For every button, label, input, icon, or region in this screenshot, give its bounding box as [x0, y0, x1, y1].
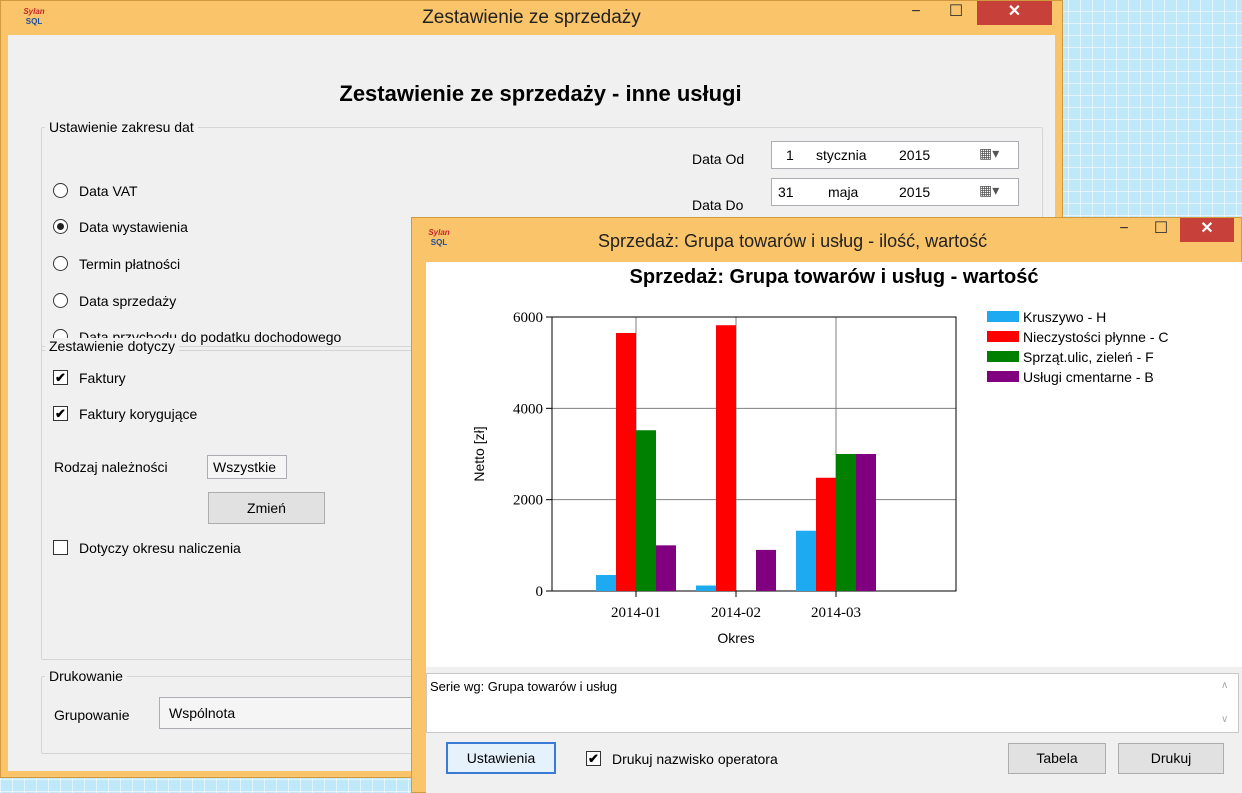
radio-label: Data sprzedaży	[79, 293, 177, 309]
grouping-select[interactable]: Wspólnota	[159, 697, 421, 729]
y-tick-label: 6000	[513, 310, 543, 326]
print-button[interactable]: Drukuj	[1118, 743, 1224, 774]
receivable-type-field: Wszystkie	[207, 455, 287, 479]
bar	[716, 325, 736, 591]
close-icon[interactable]: ✕	[1180, 218, 1234, 242]
minimize-icon[interactable]: −	[901, 1, 931, 25]
calendar-dropdown-icon[interactable]: ▦▾	[979, 145, 999, 162]
legend-label: Usługi cmentarne - B	[1023, 369, 1154, 385]
date-from-picker[interactable]: 1 stycznia 2015 ▦▾	[771, 141, 1019, 169]
date-to-year: 2015	[899, 184, 931, 200]
date-range-group-label: Ustawienie zakresu dat	[45, 119, 198, 135]
bar	[636, 430, 656, 591]
radio-label: Data wystawienia	[79, 219, 188, 235]
date-to-picker[interactable]: 31 maja 2015 ▦▾	[771, 178, 1019, 206]
date-from-year: 2015	[899, 147, 931, 163]
date-to-label: Data Do	[692, 197, 744, 213]
calendar-dropdown-icon[interactable]: ▦▾	[979, 182, 999, 199]
minimize-icon[interactable]: −	[1109, 218, 1139, 242]
legend-swatch	[987, 351, 1019, 362]
checkbox-korygujace-label: Faktury korygujące	[79, 406, 198, 422]
legend-swatch	[987, 311, 1019, 322]
legend-label: Sprząt.ulic, zieleń - F	[1023, 349, 1154, 365]
scope-group-label: Zestawienie dotyczy	[45, 338, 180, 354]
close-icon[interactable]: ✕	[977, 1, 1052, 25]
bar	[816, 477, 836, 591]
date-to-day: 31	[778, 184, 794, 200]
checkbox-faktury-label: Faktury	[79, 370, 126, 386]
y-axis-label: Netto [zł]	[471, 426, 487, 481]
scroll-up-icon[interactable]: ∧	[1221, 680, 1228, 691]
bar	[796, 530, 816, 591]
chart-window: Sylan SQL Sprzedaż: Grupa towarów i usług…	[411, 217, 1242, 793]
legend-label: Nieczystości płynne - C	[1023, 329, 1169, 345]
legend-swatch	[987, 371, 1019, 382]
bar	[596, 575, 616, 591]
date-from-label: Data Od	[692, 151, 745, 167]
y-tick-label: 4000	[513, 401, 543, 417]
checkbox-okres-label: Dotyczy okresu naliczenia	[79, 540, 241, 556]
x-tick-label: 2014-01	[611, 605, 661, 621]
radio-termin-platnosci[interactable]	[53, 256, 68, 271]
series-info-box: Serie wg: Grupa towarów i usług ∧ ∨	[426, 673, 1239, 733]
series-info-text: Serie wg: Grupa towarów i usług	[430, 679, 618, 694]
chart-titlebar[interactable]: Sylan SQL Sprzedaż: Grupa towarów i usług…	[412, 218, 1241, 252]
main-titlebar[interactable]: Sylan SQL Zestawienie ze sprzedaży − ☐ ✕	[1, 1, 1062, 35]
scroll-down-icon[interactable]: ∨	[1221, 714, 1228, 725]
grouping-label: Grupowanie	[54, 707, 130, 723]
bar	[856, 454, 876, 591]
bar	[696, 585, 716, 591]
date-from-day: 1	[786, 147, 794, 163]
checkbox-faktury-korygujace[interactable]: ✔	[53, 406, 68, 421]
maximize-icon[interactable]: ☐	[936, 1, 976, 25]
x-tick-label: 2014-02	[711, 605, 761, 621]
bar	[616, 332, 636, 591]
grouping-value: Wspólnota	[169, 705, 236, 721]
chart-client-area: Sprzedaż: Grupa towarów i usług - wartoś…	[426, 262, 1242, 793]
y-tick-label: 0	[536, 584, 544, 600]
settings-button[interactable]: Ustawienia	[446, 742, 556, 774]
checkbox-okres-naliczenia[interactable]	[53, 540, 68, 555]
receivable-type-label: Rodzaj należności	[54, 459, 168, 475]
bar	[756, 549, 776, 591]
bar	[836, 454, 856, 591]
x-axis-label: Okres	[717, 630, 754, 646]
radio-label: Data VAT	[79, 183, 138, 199]
receivable-type-value: Wszystkie	[213, 459, 276, 475]
checkbox-faktury[interactable]: ✔	[53, 370, 68, 385]
change-button[interactable]: Zmień	[208, 492, 325, 524]
date-to-month: maja	[828, 184, 859, 200]
radio-data-sprzedazy[interactable]	[53, 293, 68, 308]
chart-window-title: Sprzedaż: Grupa towarów i usług - ilość,…	[598, 231, 988, 251]
legend-swatch	[987, 331, 1019, 342]
bar	[656, 545, 676, 591]
x-tick-label: 2014-03	[811, 605, 861, 621]
app-logo-icon: Sylan SQL	[428, 228, 450, 247]
radio-label: Termin płatności	[79, 256, 181, 272]
legend-label: Kruszywo - H	[1023, 309, 1106, 325]
date-from-month: stycznia	[816, 147, 867, 163]
radio-data-vat[interactable]	[53, 183, 68, 198]
print-operator-label: Drukuj nazwisko operatora	[612, 751, 778, 767]
print-group-label: Drukowanie	[45, 668, 127, 684]
table-button[interactable]: Tabela	[1008, 743, 1106, 774]
checkbox-print-operator[interactable]: ✔	[586, 751, 601, 766]
y-tick-label: 2000	[513, 493, 543, 509]
chart-plot: 0 2000 4000 6000 2014-01 2014-02 2014-03 Okres N…	[471, 309, 1169, 646]
page-heading: Zestawienie ze sprzedaży - inne usługi	[339, 81, 742, 106]
plot-frame	[551, 316, 957, 592]
maximize-icon[interactable]: ☐	[1143, 218, 1179, 242]
radio-data-wystawienia[interactable]	[53, 219, 68, 234]
